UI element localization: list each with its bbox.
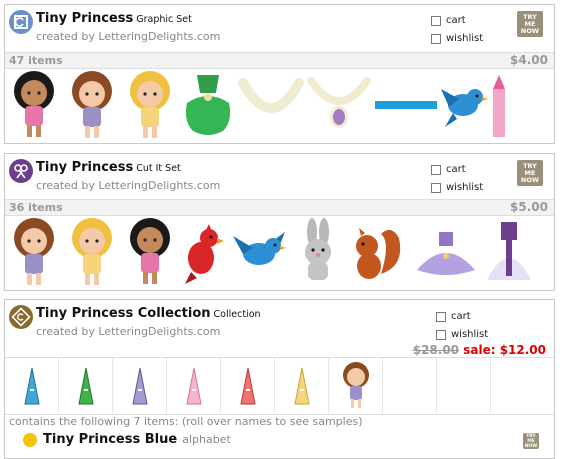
girl-blonde-hair-thumb[interactable] xyxy=(63,216,121,288)
squirrel-thumb[interactable] xyxy=(343,216,411,288)
grid-cell[interactable] xyxy=(167,358,221,414)
grey-bunny-thumb[interactable] xyxy=(293,216,343,288)
sale-price: sale: $12.00 xyxy=(463,343,546,357)
red-letter-a-thumb[interactable] xyxy=(239,366,257,406)
girl-brown-hair-thumb[interactable] xyxy=(63,69,121,141)
item-count: 36 items xyxy=(9,201,63,214)
price: $5.00 xyxy=(510,200,548,214)
contains-text: contains the following 7 items: (roll ov… xyxy=(9,415,363,428)
product-creator[interactable]: created by LetteringDelights.com xyxy=(36,325,220,338)
product-card-cut-it-set: Tiny Princess Cut It Set created by Lette… xyxy=(4,153,555,291)
product-title[interactable]: Tiny Princess Collection Collection xyxy=(36,306,261,321)
item-info-bar: 36 items $5.00 xyxy=(5,199,554,216)
product-title[interactable]: Tiny Princess Cut It Set xyxy=(36,160,181,175)
try-me-now-button[interactable]: TRY ME NOW xyxy=(517,11,543,37)
sub-item-icon xyxy=(23,432,37,447)
blue-ribbon-thumb[interactable] xyxy=(373,69,439,141)
product-type: Collection xyxy=(213,309,261,320)
grid-cell[interactable] xyxy=(5,358,59,414)
girl-dark-hair-thumb[interactable] xyxy=(121,216,179,288)
green-letter-a-thumb[interactable] xyxy=(77,366,95,406)
product-header: Tiny Princess Cut It Set created by Lette… xyxy=(5,154,554,198)
collection-icon xyxy=(9,305,33,329)
try-me-now-button[interactable]: TRY ME NOW xyxy=(517,160,543,186)
product-type: Graphic Set xyxy=(136,14,192,25)
pearl-necklace-thumb[interactable] xyxy=(237,69,305,141)
price-row: $28.00 sale: $12.00 xyxy=(413,343,546,357)
thumbnail-strip xyxy=(5,69,554,141)
scissors-icon xyxy=(9,159,33,183)
try-me-now-button[interactable]: TRY ME NOW xyxy=(523,433,539,449)
pendant-necklace-thumb[interactable] xyxy=(305,69,373,141)
girl-dark-hair-thumb[interactable] xyxy=(5,69,63,141)
item-info-bar: 47 items $4.00 xyxy=(5,52,554,69)
green-dress-thumb[interactable] xyxy=(179,69,237,141)
bluebird-thumb[interactable] xyxy=(229,216,293,288)
girl-brown-hair-thumb[interactable] xyxy=(338,361,374,411)
product-creator[interactable]: created by LetteringDelights.com xyxy=(36,179,220,192)
grid-cell[interactable] xyxy=(113,358,167,414)
wishlist-checkbox[interactable]: wishlist xyxy=(431,182,483,193)
item-count: 47 items xyxy=(9,54,63,67)
lavender-dress-thumb[interactable] xyxy=(411,216,481,288)
wishlist-checkbox[interactable]: wishlist xyxy=(436,329,488,340)
sub-item-name[interactable]: Tiny Princess Blue xyxy=(43,432,177,447)
girl-blonde-hair-thumb[interactable] xyxy=(121,69,179,141)
product-creator[interactable]: created by LetteringDelights.com xyxy=(36,30,220,43)
old-price: $28.00 xyxy=(412,343,460,357)
grid-cell xyxy=(383,358,437,414)
purple-gown-thumb[interactable] xyxy=(481,216,537,288)
yellow-letter-a-thumb[interactable] xyxy=(293,366,311,406)
product-card-collection: Tiny Princess Collection Collection creat… xyxy=(4,299,555,459)
product-header: Tiny Princess Collection Collection creat… xyxy=(5,300,554,344)
product-header: Tiny Princess Graphic Set created by Lett… xyxy=(5,5,554,49)
grid-cell[interactable] xyxy=(275,358,329,414)
purple-letter-a-thumb[interactable] xyxy=(131,366,149,406)
grid-cell[interactable] xyxy=(59,358,113,414)
bluebird-thumb[interactable] xyxy=(439,69,489,141)
thumbnail-strip xyxy=(5,216,554,288)
grid-cell xyxy=(491,358,545,414)
grid-cell[interactable] xyxy=(329,358,383,414)
cart-checkbox[interactable]: cart xyxy=(436,311,471,322)
girl-brown-hair-thumb[interactable] xyxy=(5,216,63,288)
cart-checkbox[interactable]: cart xyxy=(431,164,466,175)
sub-item-row[interactable]: Tiny Princess Blue alphabet xyxy=(23,432,231,447)
cart-checkbox[interactable]: cart xyxy=(431,15,466,26)
collection-item-grid xyxy=(5,357,554,415)
product-card-graphic-set: Tiny Princess Graphic Set created by Lett… xyxy=(4,4,555,144)
price: $4.00 xyxy=(510,53,548,67)
sub-item-type: alphabet xyxy=(182,433,231,446)
grid-cell xyxy=(437,358,491,414)
grid-cell[interactable] xyxy=(221,358,275,414)
product-type: Cut It Set xyxy=(136,163,181,174)
wishlist-checkbox[interactable]: wishlist xyxy=(431,33,483,44)
cardinal-bird-thumb[interactable] xyxy=(179,216,229,288)
product-title[interactable]: Tiny Princess Graphic Set xyxy=(36,11,192,26)
pink-letter-a-thumb[interactable] xyxy=(185,366,203,406)
graphic-set-icon xyxy=(9,10,33,34)
blue-letter-a-thumb[interactable] xyxy=(23,366,41,406)
pink-castle-thumb[interactable] xyxy=(489,69,507,141)
